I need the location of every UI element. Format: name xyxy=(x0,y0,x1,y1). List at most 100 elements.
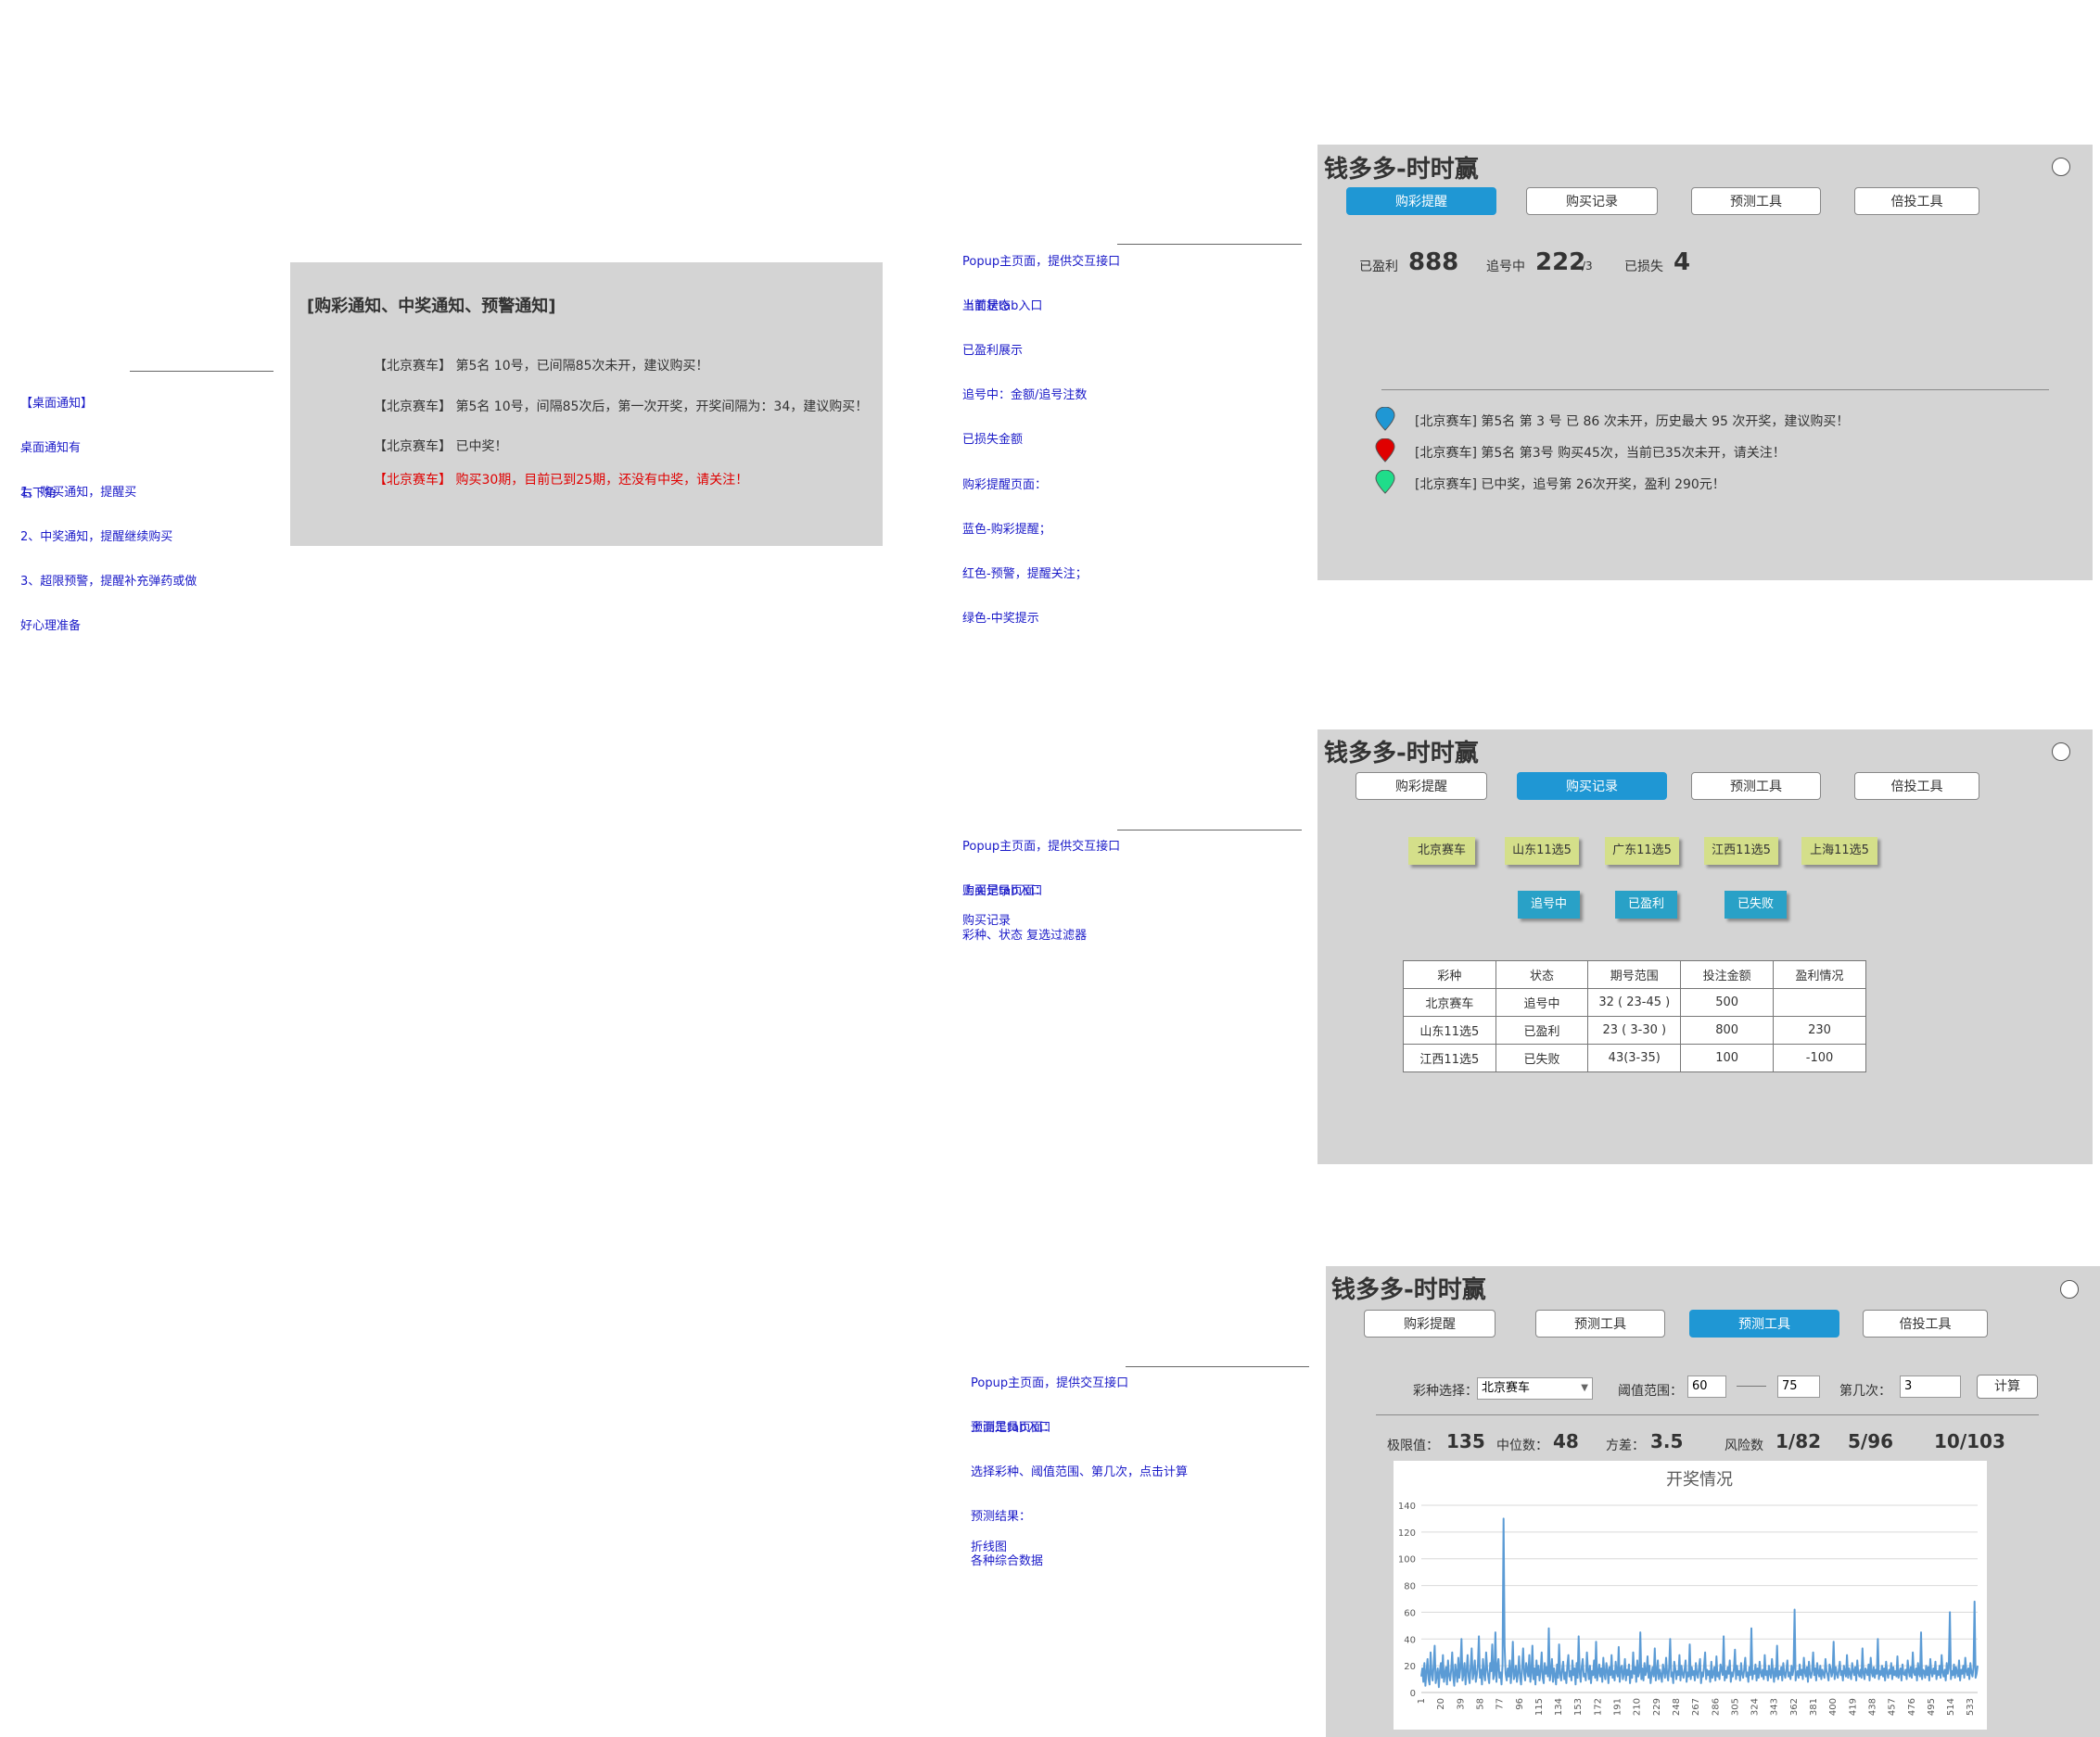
panel1-note-colors: 购彩提醒页面： 蓝色-购彩提醒； 红色-预警，提醒关注； 绿色-中奖提示 xyxy=(962,449,1088,641)
x-tick-label: 77 xyxy=(1495,1698,1506,1710)
x-tick-label: 191 xyxy=(1613,1698,1623,1716)
table-cell: 230 xyxy=(1773,1016,1866,1045)
chevron-down-icon: ▼ xyxy=(1581,1383,1588,1393)
risk-value: 5/96 xyxy=(1848,1430,1894,1452)
tab-predict[interactable]: 预测工具 xyxy=(1535,1310,1665,1338)
loss-label: 已损失 xyxy=(1624,260,1663,274)
y-tick-label: 60 xyxy=(1404,1608,1416,1618)
x-tick-label: 172 xyxy=(1593,1698,1603,1716)
x-tick-label: 343 xyxy=(1770,1698,1780,1716)
note-line: 各种综合数据 xyxy=(971,1554,1044,1568)
axis-ticks: 0204060801001201401 20 39 58 77 96 115 134 153 17… xyxy=(1398,1502,1976,1716)
nth-input[interactable]: 3 xyxy=(1900,1376,1961,1398)
note-line: 当前状态 xyxy=(962,299,1012,313)
note-line: Popup主页面，提供交互接口 xyxy=(971,1376,1129,1390)
close-icon[interactable] xyxy=(2052,158,2070,176)
close-icon[interactable] xyxy=(2060,1280,2079,1299)
filter-status[interactable]: 已失败 xyxy=(1725,891,1787,919)
x-tick-label: 305 xyxy=(1730,1698,1740,1716)
close-icon[interactable] xyxy=(2052,742,2070,761)
y-tick-label: 120 xyxy=(1398,1528,1416,1539)
y-tick-label: 40 xyxy=(1404,1635,1416,1645)
x-tick-label: 286 xyxy=(1711,1698,1721,1716)
notification-message: 【北京赛车】 第5名 10号，已间隔85次未开，建议购买！ xyxy=(374,359,709,374)
x-tick-label: 210 xyxy=(1633,1698,1643,1716)
note-line: 2、中奖通知，提醒继续购买 xyxy=(20,530,173,544)
note-line: 3、超限预警，提醒补充弹药或做 xyxy=(20,575,197,589)
risk-value: 1/82 xyxy=(1775,1430,1822,1452)
lottery-select[interactable]: 北京赛车 ▼ xyxy=(1477,1377,1593,1400)
table-row[interactable]: 山东11选5 已盈利 23 ( 3-30 ) 800 230 xyxy=(1403,1016,1866,1045)
limit-value: 135 xyxy=(1446,1430,1485,1452)
table-cell: 江西11选5 xyxy=(1403,1044,1496,1072)
tab-reminders[interactable]: 购彩提醒 xyxy=(1346,187,1496,215)
app-title: 钱多多-时时赢 xyxy=(1324,156,1479,184)
filter-lottery[interactable]: 上海11选5 xyxy=(1801,837,1877,865)
table-cell xyxy=(1773,988,1866,1017)
notification-title: [购彩通知、中奖通知、预警通知] xyxy=(307,297,556,316)
table-header-row: 彩种 状态 期号范围 投注金额 盈利情况 xyxy=(1403,960,1866,989)
table-cell: 23 ( 3-30 ) xyxy=(1587,1016,1682,1045)
table-row[interactable]: 北京赛车 追号中 32 ( 23-45 ) 500 xyxy=(1403,988,1866,1017)
tab-reminders[interactable]: 购彩提醒 xyxy=(1364,1310,1495,1338)
filter-status[interactable]: 追号中 xyxy=(1518,891,1580,919)
tab-predict[interactable]: 预测工具 xyxy=(1691,187,1821,215)
note-line: 蓝色-购彩提醒； xyxy=(962,523,1051,537)
filter-status[interactable]: 已盈利 xyxy=(1615,891,1677,919)
note-line: 购买记录页面： xyxy=(962,884,1048,898)
table-cell: 已失败 xyxy=(1495,1044,1589,1072)
x-tick-label: 134 xyxy=(1554,1698,1564,1716)
x-tick-label: 39 xyxy=(1456,1698,1466,1710)
calculate-button[interactable]: 计算 xyxy=(1977,1375,2038,1399)
filter-lottery[interactable]: 北京赛车 xyxy=(1408,837,1475,865)
threshold-max-input[interactable]: 75 xyxy=(1777,1376,1820,1398)
table-cell: 已盈利 xyxy=(1495,1016,1589,1045)
x-tick-label: 20 xyxy=(1436,1698,1446,1710)
table-cell: 追号中 xyxy=(1495,988,1589,1017)
panel3-note-chart: 折线图 xyxy=(971,1540,1008,1554)
x-tick-label: 58 xyxy=(1475,1698,1485,1710)
y-tick-label: 0 xyxy=(1410,1689,1416,1699)
win-message: [北京赛车] 已中奖，追号第 26次开奖，盈利 290元！ xyxy=(1415,477,1725,492)
note-line: 红色-预警，提醒关注； xyxy=(962,567,1088,581)
desktop-notes: 【桌面通知】 桌面通知有 1、购买通知，提醒买 2、中奖通知，提醒继续购买 3、… xyxy=(20,367,197,649)
line-chart: 开奖情况 0204060801001201401 20 39 58 77 96 115 134… xyxy=(1398,1470,1979,1716)
note-line: 选择彩种、阈值范围、第几次，点击计算 xyxy=(971,1465,1189,1479)
filter-lottery[interactable]: 广东11选5 xyxy=(1605,837,1679,865)
warning-message: [北京赛车] 第5名 第3号 购买45次，当前已35次未开，请关注！ xyxy=(1415,446,1786,461)
app-title: 钱多多-时时赢 xyxy=(1331,1276,1486,1304)
x-tick-label: 400 xyxy=(1828,1698,1839,1716)
x-tick-label: 267 xyxy=(1691,1698,1701,1716)
tab-records[interactable]: 购买记录 xyxy=(1526,187,1658,215)
threshold-label: 阈值范围： xyxy=(1618,1384,1683,1399)
nth-label: 第几次： xyxy=(1839,1384,1891,1399)
x-tick-label: 514 xyxy=(1946,1698,1956,1716)
filter-lottery[interactable]: 江西11选5 xyxy=(1704,837,1778,865)
green-pin-icon xyxy=(1375,470,1395,494)
x-tick-label: 248 xyxy=(1672,1698,1682,1716)
note-line: Popup主页面，提供交互接口 xyxy=(962,840,1121,854)
note-line: 绿色-中奖提示 xyxy=(962,612,1039,626)
divider xyxy=(1376,1414,2039,1415)
notification-message: 【北京赛车】 第5名 10号，间隔85次后，第一次开奖，开奖间隔为：34，建议购… xyxy=(374,399,869,414)
tab-records[interactable]: 购买记录 xyxy=(1517,772,1667,800)
app-title: 钱多多-时时赢 xyxy=(1324,740,1479,767)
column-header: 彩种 xyxy=(1403,960,1496,989)
note-line: 彩种、状态 复选过滤器 xyxy=(962,929,1088,943)
tab-predict-active[interactable]: 预测工具 xyxy=(1689,1310,1839,1338)
tab-multiplier[interactable]: 倍投工具 xyxy=(1863,1310,1988,1338)
red-pin-icon xyxy=(1375,438,1395,463)
x-tick-label: 381 xyxy=(1809,1698,1819,1716)
tab-reminders[interactable]: 购彩提醒 xyxy=(1355,772,1487,800)
tab-multiplier[interactable]: 倍投工具 xyxy=(1854,187,1979,215)
column-header: 盈利情况 xyxy=(1773,960,1866,989)
note-line: 好心理准备 xyxy=(20,619,82,633)
y-tick-label: 140 xyxy=(1398,1502,1416,1512)
threshold-min-input[interactable]: 60 xyxy=(1687,1376,1726,1398)
tab-predict[interactable]: 预测工具 xyxy=(1691,772,1821,800)
median-label: 中位数： xyxy=(1496,1439,1548,1453)
lottery-select-label: 彩种选择： xyxy=(1413,1384,1478,1399)
filter-lottery[interactable]: 山东11选5 xyxy=(1505,837,1579,865)
tab-multiplier[interactable]: 倍投工具 xyxy=(1854,772,1979,800)
table-row[interactable]: 江西11选5 已失败 43(3-35) 100 -100 xyxy=(1403,1044,1866,1072)
